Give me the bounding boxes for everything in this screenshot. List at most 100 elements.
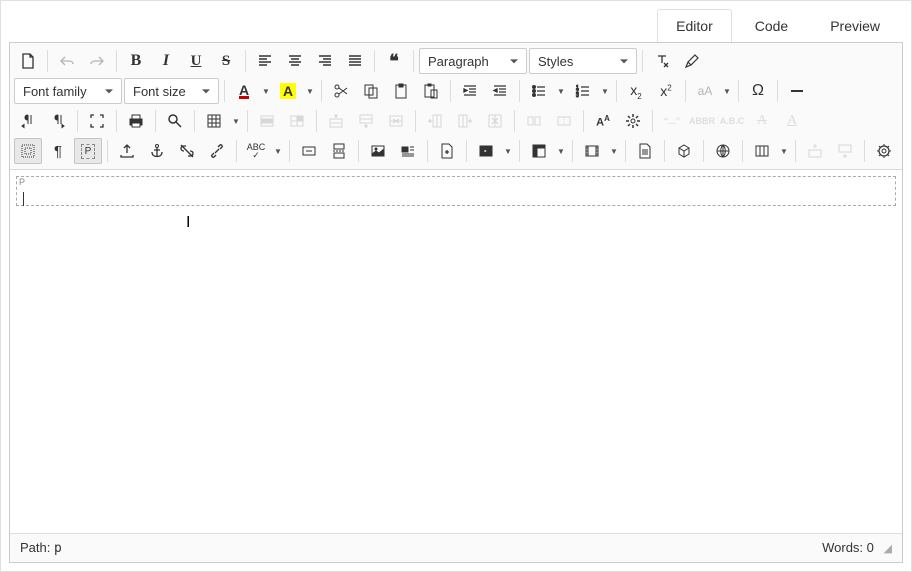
ai-button[interactable]: [870, 138, 898, 164]
underline-button[interactable]: U: [182, 48, 210, 74]
split-cells-button[interactable]: [520, 108, 548, 134]
visual-blocks-button[interactable]: [14, 138, 42, 164]
bullet-list-button[interactable]: [525, 78, 553, 104]
align-right-button[interactable]: [311, 48, 339, 74]
italic-button[interactable]: I: [152, 48, 180, 74]
format-select[interactable]: Paragraph: [419, 48, 527, 74]
del-text-button[interactable]: A: [748, 108, 776, 134]
word-count[interactable]: Words: 0 ◢: [822, 540, 892, 556]
ins-text-button[interactable]: A: [778, 108, 806, 134]
merge-cells-button[interactable]: [550, 108, 578, 134]
typography-button[interactable]: AA: [589, 108, 617, 134]
align-justify-button[interactable]: [341, 48, 369, 74]
delete-row-button[interactable]: [382, 108, 410, 134]
upload-button[interactable]: [113, 138, 141, 164]
bg-color-dropdown[interactable]: ▼: [304, 87, 316, 96]
new-document-button[interactable]: [14, 48, 42, 74]
col-after-button[interactable]: [451, 108, 479, 134]
insert-after-button[interactable]: [831, 138, 859, 164]
film-button[interactable]: [578, 138, 606, 164]
paragraph-block[interactable]: P: [16, 176, 896, 206]
fullscreen-button[interactable]: [83, 108, 111, 134]
text-color-dropdown[interactable]: ▼: [260, 87, 272, 96]
settings-button[interactable]: [619, 108, 647, 134]
table-row-props-button[interactable]: [253, 108, 281, 134]
blockquote-button[interactable]: ❝: [380, 48, 408, 74]
rtl-button[interactable]: [44, 108, 72, 134]
cube-button[interactable]: [670, 138, 698, 164]
tab-editor[interactable]: Editor: [657, 9, 732, 42]
delete-col-button[interactable]: [481, 108, 509, 134]
styles-select[interactable]: Styles: [529, 48, 637, 74]
align-center-button[interactable]: [281, 48, 309, 74]
anchor-button[interactable]: [143, 138, 171, 164]
number-list-button[interactable]: 123: [569, 78, 597, 104]
columns-button[interactable]: [748, 138, 776, 164]
clear-formatting-button[interactable]: [648, 48, 676, 74]
image-align-button[interactable]: [394, 138, 422, 164]
pagebreak-button[interactable]: [325, 138, 353, 164]
align-left-button[interactable]: [251, 48, 279, 74]
unlink-button[interactable]: [173, 138, 201, 164]
insert-before-button[interactable]: [801, 138, 829, 164]
image-button[interactable]: [364, 138, 392, 164]
document-props-button[interactable]: [631, 138, 659, 164]
row-before-button[interactable]: [322, 108, 350, 134]
row-after-button[interactable]: [352, 108, 380, 134]
template-dropdown[interactable]: ▼: [555, 147, 567, 156]
strikethrough-button[interactable]: S: [212, 48, 240, 74]
resize-handle-icon[interactable]: ◢: [884, 543, 892, 555]
change-case-button[interactable]: aA: [691, 78, 719, 104]
search-button[interactable]: [161, 108, 189, 134]
copy-button[interactable]: [357, 78, 385, 104]
spellcheck-dropdown[interactable]: ▼: [272, 147, 284, 156]
globe-button[interactable]: [709, 138, 737, 164]
subscript-button[interactable]: x2: [622, 78, 650, 104]
nonbreaking-button[interactable]: [295, 138, 323, 164]
table-cell-props-button[interactable]: [283, 108, 311, 134]
columns-dropdown[interactable]: ▼: [778, 147, 790, 156]
font-size-select[interactable]: Font size: [124, 78, 219, 104]
quotation-button[interactable]: “...”: [658, 108, 686, 134]
table-button[interactable]: [200, 108, 228, 134]
media-button[interactable]: [472, 138, 500, 164]
bold-button[interactable]: B: [122, 48, 150, 74]
bg-color-button[interactable]: A: [274, 78, 302, 104]
media-dropdown[interactable]: ▼: [502, 147, 514, 156]
film-dropdown[interactable]: ▼: [608, 147, 620, 156]
horizontal-rule-button[interactable]: [783, 78, 811, 104]
preview-button[interactable]: P: [74, 138, 102, 164]
ltr-button[interactable]: [14, 108, 42, 134]
acronym-button[interactable]: A.B.C: [718, 108, 746, 134]
font-family-select[interactable]: Font family: [14, 78, 122, 104]
insert-file-button[interactable]: [433, 138, 461, 164]
abbr-button[interactable]: ABBR: [688, 108, 716, 134]
print-button[interactable]: [122, 108, 150, 134]
paste-button[interactable]: [387, 78, 415, 104]
cleanup-button[interactable]: [678, 48, 706, 74]
brush-icon: [684, 53, 700, 69]
paste-text-button[interactable]: [417, 78, 445, 104]
indent-button[interactable]: [456, 78, 484, 104]
cut-button[interactable]: [327, 78, 355, 104]
superscript-button[interactable]: x2: [652, 78, 680, 104]
path-display[interactable]: Path: p: [20, 540, 62, 556]
tab-code[interactable]: Code: [736, 9, 807, 42]
outdent-button[interactable]: [486, 78, 514, 104]
redo-button[interactable]: [83, 48, 111, 74]
change-case-dropdown[interactable]: ▼: [721, 87, 733, 96]
col-before-button[interactable]: [421, 108, 449, 134]
link-button[interactable]: [203, 138, 231, 164]
quote-icon: ❝: [389, 51, 399, 72]
template-button[interactable]: [525, 138, 553, 164]
bullet-list-dropdown[interactable]: ▼: [555, 87, 567, 96]
undo-button[interactable]: [53, 48, 81, 74]
editor-canvas[interactable]: P: [10, 170, 902, 533]
tab-preview[interactable]: Preview: [811, 9, 899, 42]
show-invisibles-button[interactable]: ¶: [44, 138, 72, 164]
text-color-button[interactable]: A: [230, 78, 258, 104]
number-list-dropdown[interactable]: ▼: [599, 87, 611, 96]
spellcheck-button[interactable]: ABC✓: [242, 138, 270, 164]
table-dropdown[interactable]: ▼: [230, 117, 242, 126]
special-char-button[interactable]: Ω: [744, 78, 772, 104]
